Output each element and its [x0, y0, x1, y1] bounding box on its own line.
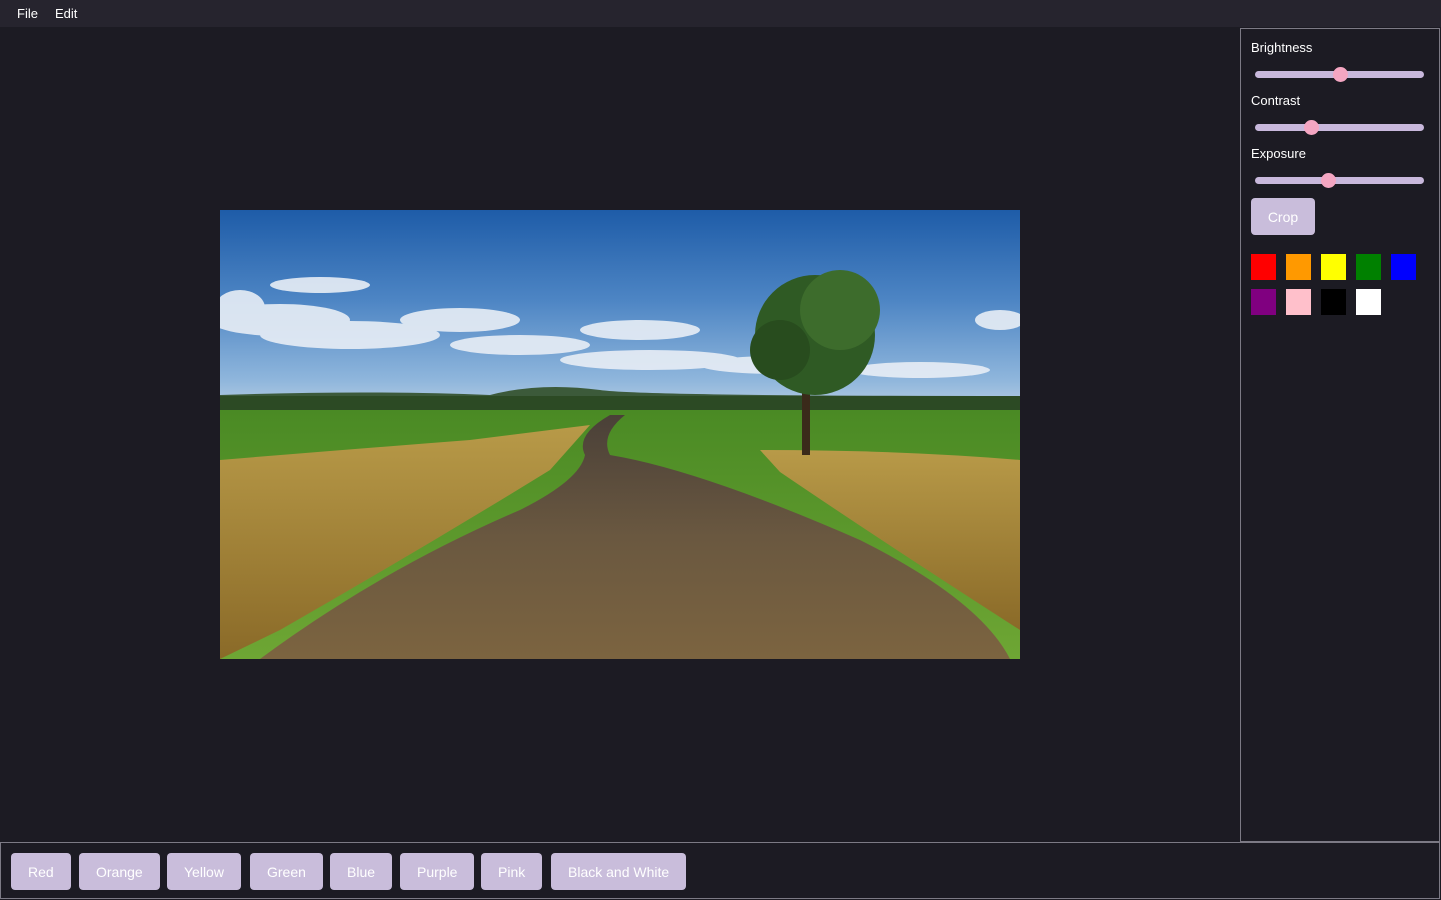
filter-yellow-button[interactable]: Yellow	[167, 853, 241, 890]
menu-file[interactable]: File	[17, 6, 38, 21]
swatch-pink[interactable]	[1286, 289, 1311, 315]
swatch-black[interactable]	[1321, 289, 1346, 315]
exposure-slider-thumb[interactable]	[1321, 173, 1336, 188]
swatch-yellow[interactable]	[1321, 254, 1346, 280]
menu-edit[interactable]: Edit	[55, 6, 77, 21]
swatch-green[interactable]	[1356, 254, 1381, 280]
swatch-blue[interactable]	[1391, 254, 1416, 280]
contrast-slider[interactable]	[1255, 120, 1424, 135]
filter-purple-button[interactable]: Purple	[400, 853, 475, 890]
edited-photo[interactable]	[220, 210, 1020, 659]
adjustments-panel: Brightness Contrast Exposure Crop	[1240, 28, 1440, 842]
swatch-purple[interactable]	[1251, 289, 1276, 315]
filter-black-and-white-button[interactable]: Black and White	[551, 853, 687, 890]
exposure-label: Exposure	[1251, 146, 1306, 161]
filter-green-button[interactable]: Green	[250, 853, 323, 890]
menu-bar: File Edit	[0, 0, 1441, 27]
swatch-orange[interactable]	[1286, 254, 1311, 280]
image-canvas	[0, 27, 1240, 842]
swatch-white[interactable]	[1356, 289, 1381, 315]
filter-orange-button[interactable]: Orange	[79, 853, 160, 890]
contrast-slider-thumb[interactable]	[1304, 120, 1319, 135]
landscape-image	[220, 210, 1020, 659]
brightness-slider[interactable]	[1255, 67, 1424, 82]
crop-button[interactable]: Crop	[1251, 198, 1315, 235]
contrast-label: Contrast	[1251, 93, 1301, 108]
brightness-label: Brightness	[1251, 40, 1313, 55]
exposure-slider[interactable]	[1255, 173, 1424, 188]
brightness-slider-thumb[interactable]	[1333, 67, 1348, 82]
filter-blue-button[interactable]: Blue	[330, 853, 393, 890]
swatch-red[interactable]	[1251, 254, 1276, 280]
filter-bar: Red Orange Yellow Green Blue Purple Pink…	[0, 842, 1440, 899]
filter-red-button[interactable]: Red	[11, 853, 71, 890]
filter-pink-button[interactable]: Pink	[481, 853, 543, 890]
